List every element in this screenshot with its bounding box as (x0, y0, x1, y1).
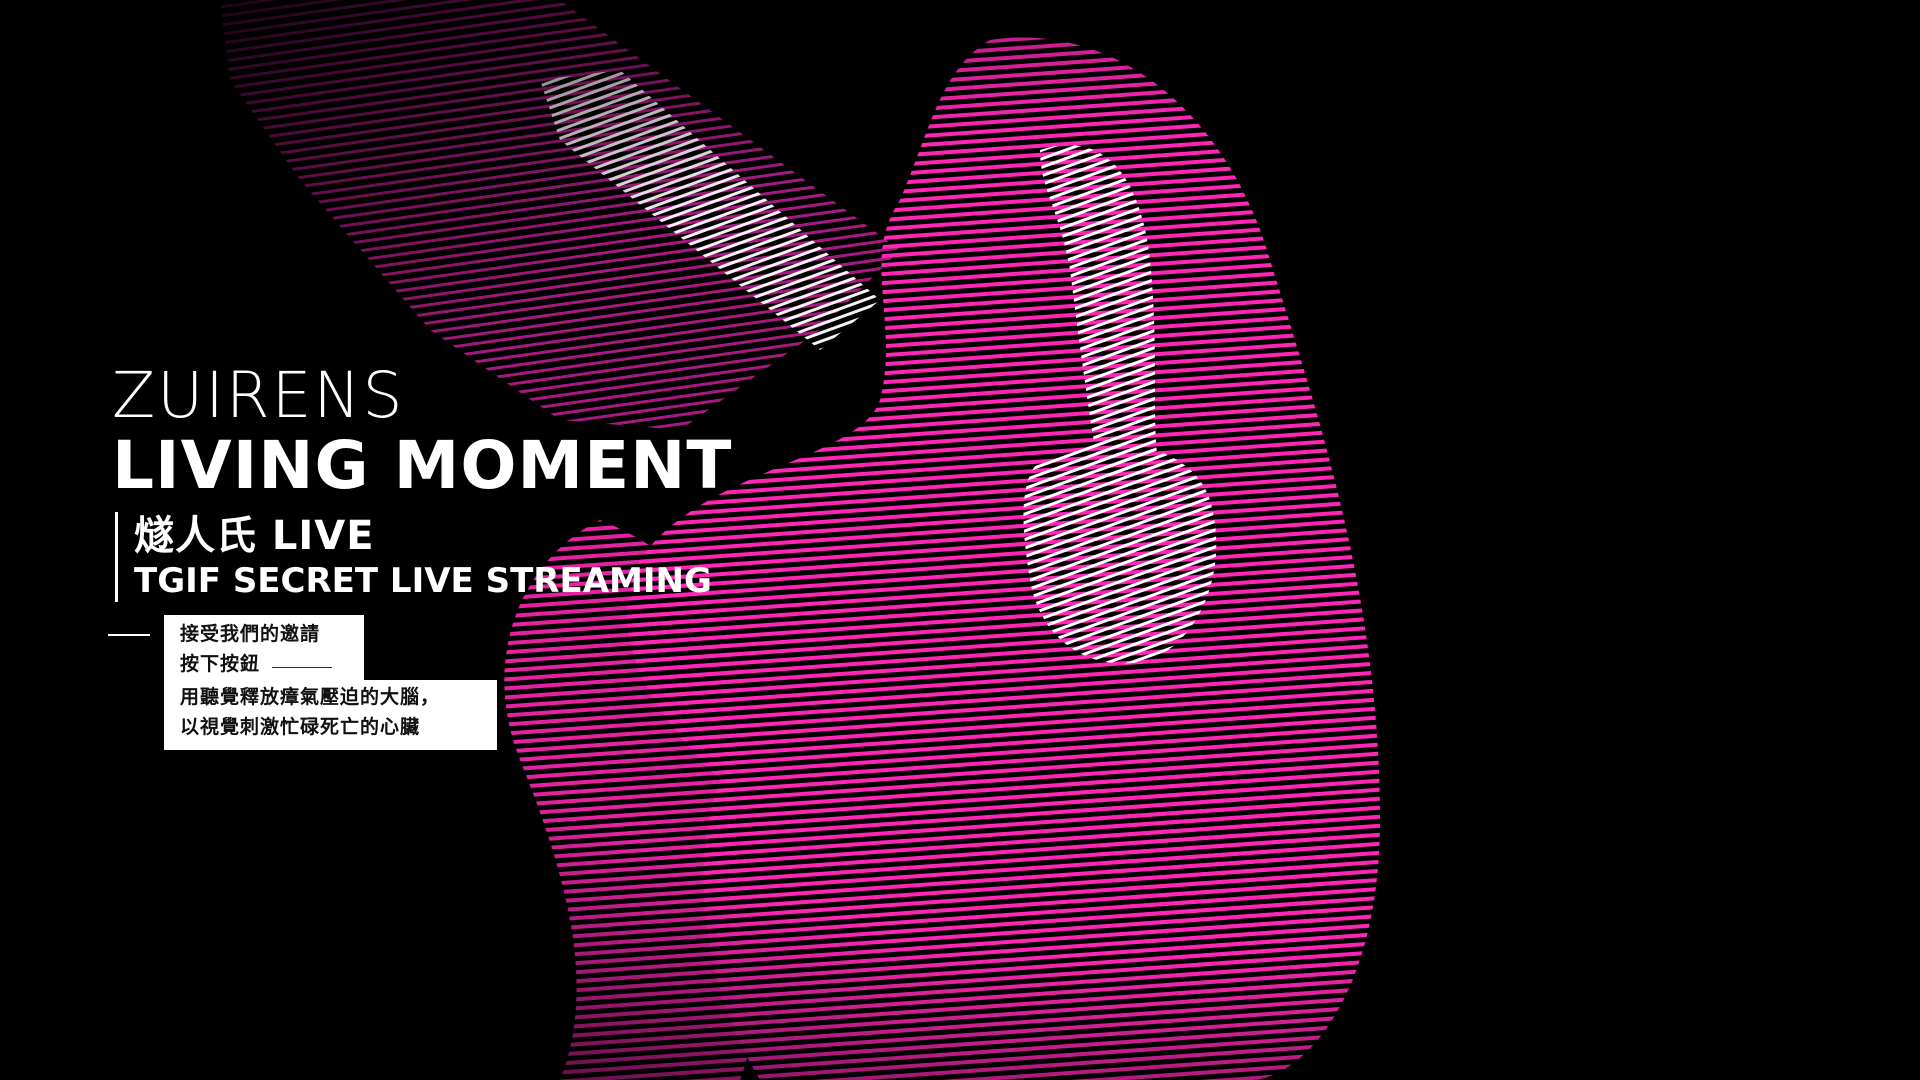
subtitle-zh: 燧人氏 LIVE (134, 513, 375, 559)
invite-box-bottom: 用聽覺釋放瘴氣壓迫的大腦， 以視覺刺激忙碌死亡的心臟 (164, 680, 497, 750)
invite-box-top: 接受我們的邀請 按下按鈕 (164, 615, 364, 680)
inner-dash-divider (272, 667, 332, 668)
invite-line-2: 按下按鈕 (180, 653, 261, 675)
subtitle-en: TGIF SECRET LIVE STREAMING (134, 561, 712, 601)
invite-line-3: 用聽覺釋放瘴氣壓迫的大腦， (180, 686, 441, 708)
title-block: ZUIRENS LIVING MOMENT (112, 362, 732, 502)
title-headline: LIVING MOMENT (112, 427, 733, 504)
subtitle-block: 燧人氏 LIVE TGIF SECRET LIVE STREAMING (115, 512, 712, 602)
title-brand: ZUIRENS (112, 359, 405, 432)
left-dash-divider (108, 634, 150, 636)
invite-line-1: 接受我們的邀請 (180, 623, 321, 645)
invite-line-4: 以視覺刺激忙碌死亡的心臟 (180, 716, 421, 738)
